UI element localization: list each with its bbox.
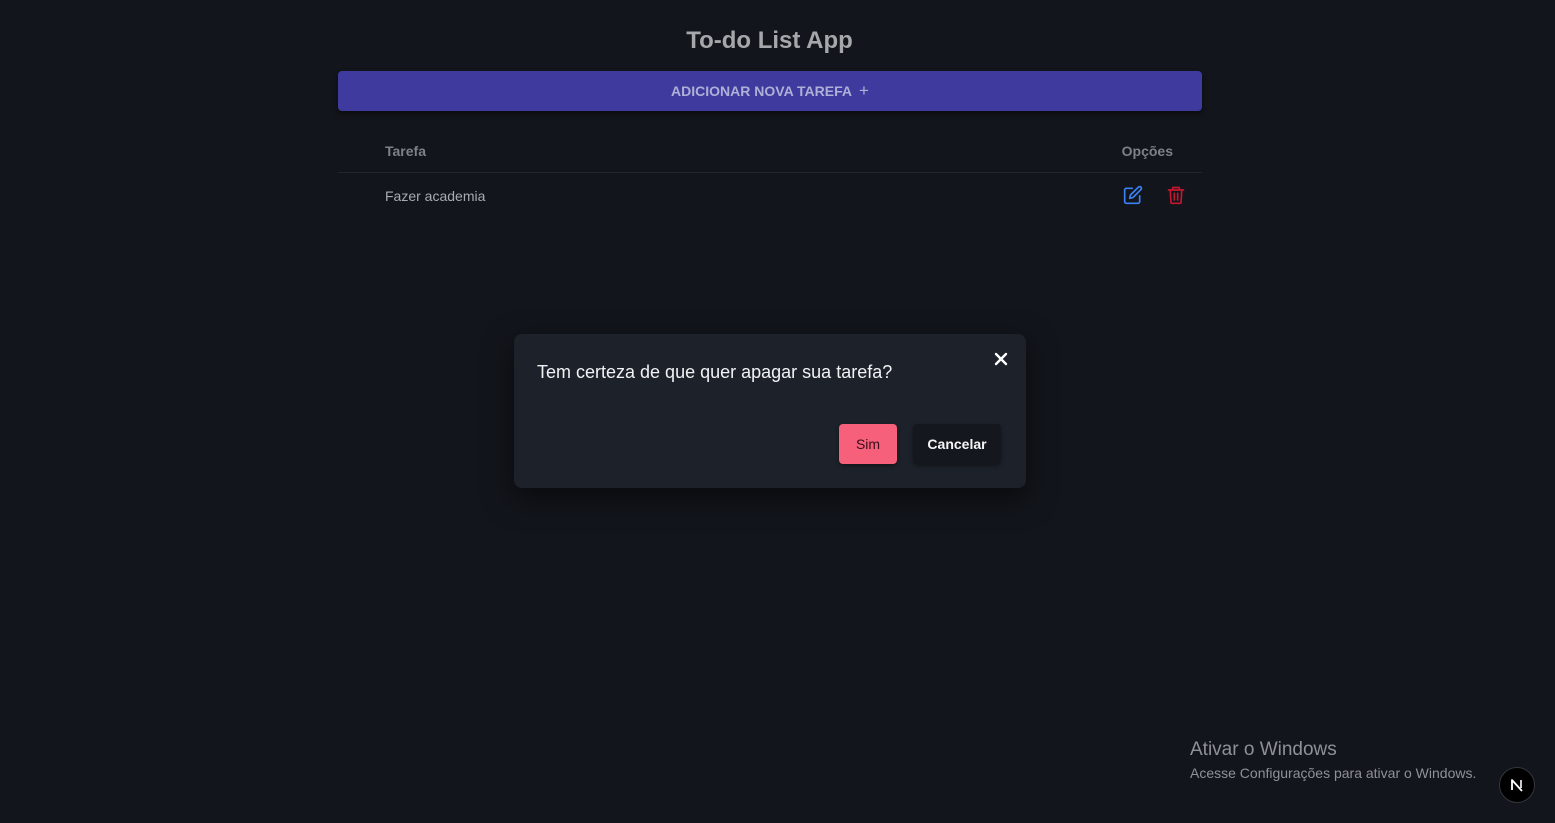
column-header-options: Opções [1121,143,1173,159]
task-text: Fazer academia [385,188,486,204]
plus-icon: + [859,81,869,100]
nextjs-logo-icon [1511,779,1523,792]
trash-icon [1167,186,1185,205]
table-header: Tarefa Opções [338,138,1202,173]
table-row: Fazer academia [338,173,1202,219]
edit-task-button[interactable] [1123,185,1143,205]
add-task-label: ADICIONAR NOVA TAREFA [671,83,853,99]
page-title: To-do List App [686,27,853,54]
close-icon [994,352,1008,366]
watermark-title: Ativar o Windows [1190,739,1337,760]
delete-confirmation-modal: Tem certeza de que quer apagar sua taref… [514,334,1026,488]
add-task-button[interactable]: ADICIONAR NOVA TAREFA + [338,71,1202,111]
modal-close-button[interactable] [994,352,1008,366]
todo-app-page: To-do List App ADICIONAR NOVA TAREFA + T… [0,0,1555,823]
column-header-task: Tarefa [385,143,426,159]
watermark-subtitle: Acesse Configurações para ativar o Windo… [1190,765,1477,781]
cancel-button[interactable]: Cancelar [913,424,1001,464]
delete-task-button[interactable] [1166,185,1186,205]
confirm-delete-button[interactable]: Sim [839,424,897,464]
nextjs-dev-badge[interactable] [1499,767,1535,803]
edit-icon [1123,185,1143,205]
modal-message: Tem certeza de que quer apagar sua taref… [537,362,893,382]
windows-activation-watermark: Ativar o Windows Acesse Configurações pa… [1190,738,1476,784]
